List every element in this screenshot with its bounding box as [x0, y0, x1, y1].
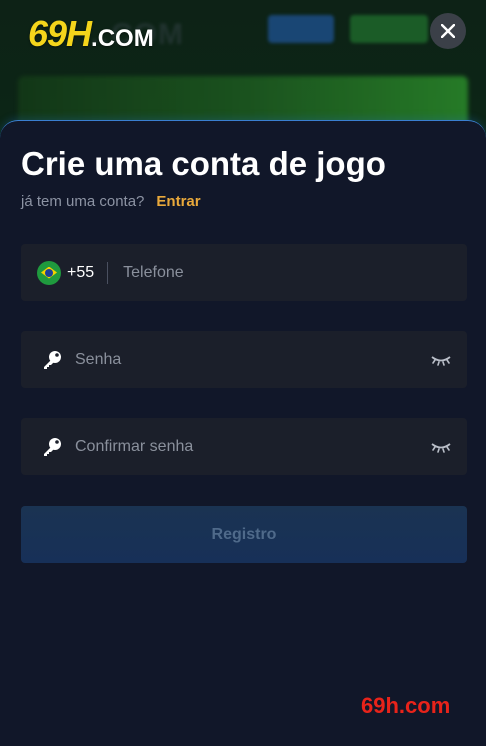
login-link[interactable]: Entrar [156, 193, 200, 210]
confirm-password-field [21, 417, 467, 476]
close-button[interactable] [430, 13, 466, 49]
site-watermark: 69h.com [361, 693, 451, 718]
login-prompt: já tem uma conta? Entrar [21, 193, 201, 210]
country-code[interactable]: +55 [67, 264, 94, 282]
field-divider [107, 261, 109, 284]
phone-input[interactable] [121, 243, 467, 302]
key-icon [44, 437, 61, 456]
password-field [21, 330, 467, 389]
logo-suffix: .COM [91, 25, 154, 52]
register-button[interactable]: Registro [21, 506, 467, 563]
confirm-password-input[interactable] [73, 417, 431, 476]
register-modal: Crie uma conta de jogo já tem uma conta?… [0, 120, 486, 746]
modal-title: Crie uma conta de jogo [21, 145, 386, 182]
site-logo: 69H.COM [28, 14, 154, 59]
eye-closed-icon[interactable] [431, 354, 451, 366]
have-account-text: já tem uma conta? [21, 193, 145, 210]
brazil-flag-icon[interactable] [37, 260, 61, 285]
logo-main: 69H [28, 13, 92, 54]
background-button-ghost [350, 15, 428, 43]
background-button-ghost [268, 15, 334, 43]
password-input[interactable] [73, 330, 431, 389]
phone-field: +55 [21, 243, 467, 302]
key-icon [44, 350, 61, 369]
close-icon [441, 24, 455, 38]
eye-closed-icon[interactable] [431, 441, 451, 453]
